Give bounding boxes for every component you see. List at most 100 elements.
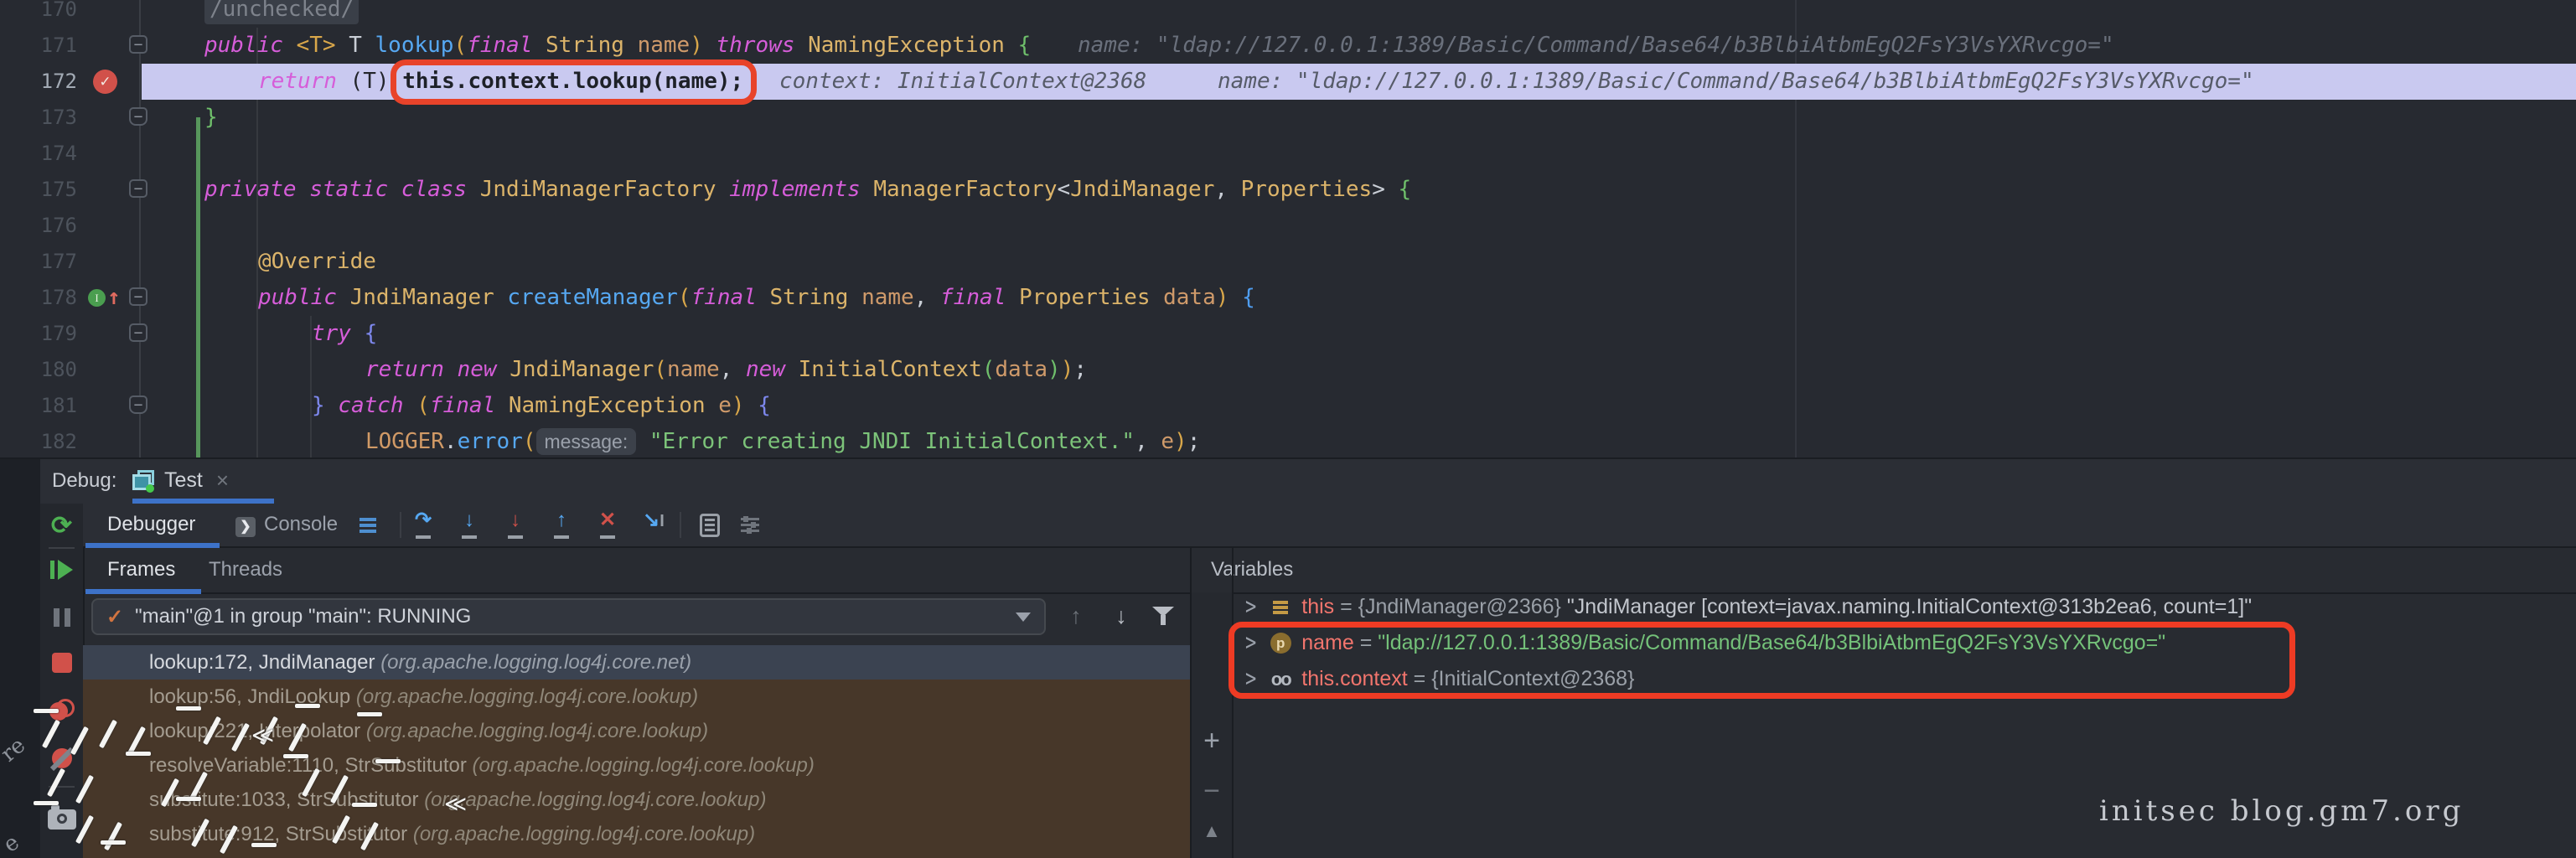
code-line[interactable]: 170/unchecked/	[0, 0, 2576, 28]
stack-frame-row[interactable]: lookup:56, JndiLookup (org.apache.loggin…	[83, 680, 1190, 714]
variable-row[interactable]: >pname = "ldap://127.0.0.1:1389/Basic/Co…	[1234, 625, 2576, 661]
line-number[interactable]: 176	[0, 208, 77, 244]
stop-icon	[52, 653, 72, 673]
chevron-right-icon[interactable]: >	[1245, 629, 1256, 657]
stack-frame-row[interactable]: resolveVariable:1110, StrSubstitutor (or…	[83, 748, 1190, 783]
pause-icon	[51, 608, 73, 631]
force-step-into-button[interactable]: ↓	[497, 504, 534, 546]
show-execution-point-icon[interactable]	[349, 504, 386, 546]
ide-window: 170/unchecked/171−public <T> T lookup(fi…	[0, 0, 2576, 858]
fold-marker-icon[interactable]: −	[129, 35, 147, 54]
debugger-toolbar: Debugger ❯Console ↷ ↓ ↓ ↑ ✕ ↘I	[83, 504, 2576, 548]
code-line[interactable]: 178 I↑− public JndiManager createManager(f…	[0, 280, 2576, 316]
stack-frame-row[interactable]: lookup:172, JndiManager (org.apache.logg…	[83, 645, 1190, 680]
line-number[interactable]: 173	[0, 100, 77, 136]
step-into-button[interactable]: ↓	[451, 504, 488, 546]
variable-value: {InitialContext@2368}	[1431, 667, 1634, 691]
force-step-into-icon: ↓	[501, 511, 530, 540]
tab-test-session[interactable]: Test ×	[132, 459, 229, 502]
debug-label: Debug:	[52, 459, 116, 502]
code-text: try {	[312, 316, 377, 352]
tab-threads[interactable]: Threads	[209, 549, 282, 590]
line-number[interactable]: 171	[0, 28, 77, 64]
code-editor[interactable]: 170/unchecked/171−public <T> T lookup(fi…	[0, 0, 2576, 457]
stack-frame-row[interactable]: lookup:221, Interpolator (org.apache.log…	[83, 714, 1190, 748]
line-number[interactable]: 179	[0, 316, 77, 352]
remove-watch-button[interactable]: −	[1192, 775, 1232, 808]
fold-marker-icon[interactable]: −	[129, 287, 147, 306]
run-to-cursor-icon: ↘I	[639, 511, 668, 540]
next-frame-button[interactable]: ↓	[1103, 603, 1140, 629]
thread-status-text: "main"@1 in group "main": RUNNING	[135, 605, 1016, 628]
frame-package: (org.apache.logging.log4j.core.lookup)	[424, 788, 766, 811]
line-number[interactable]: 177	[0, 244, 77, 280]
code-line[interactable]: 179 − try {	[0, 316, 2576, 352]
stack-frame-row[interactable]: substitute:912, StrSubstitutor (org.apac…	[83, 817, 1190, 851]
code-text: public JndiManager createManager(final S…	[258, 280, 1255, 316]
tab-frames[interactable]: Frames	[107, 549, 175, 590]
code-line[interactable]: 176	[0, 208, 2576, 244]
equals-sign: =	[1408, 667, 1432, 691]
move-watch-up-button[interactable]: ▲	[1192, 820, 1232, 842]
chevron-right-icon[interactable]: >	[1245, 593, 1256, 621]
chevron-right-icon[interactable]: >	[1245, 665, 1256, 693]
line-number[interactable]: 175	[0, 172, 77, 208]
add-watch-button[interactable]: +	[1192, 725, 1232, 757]
drop-frame-button[interactable]: ✕	[589, 504, 626, 546]
object-bars-icon	[1268, 599, 1293, 616]
hide-frames-filter-button[interactable]	[1145, 605, 1182, 631]
resume-button[interactable]	[40, 560, 83, 580]
layout-settings-button[interactable]	[732, 504, 768, 546]
close-icon[interactable]: ×	[216, 468, 229, 494]
stop-button[interactable]	[40, 653, 83, 673]
variable-name: name	[1301, 631, 1354, 655]
line-number[interactable]: 181	[0, 388, 77, 424]
tab-console[interactable]: ❯Console	[235, 504, 338, 545]
line-number[interactable]: 178	[0, 280, 77, 316]
code-text: } catch (final NamingException e) {	[312, 388, 771, 424]
code-line[interactable]: 182LOGGER.error(message: "Error creating…	[0, 424, 2576, 457]
code-line[interactable]: 181 − } catch (final NamingException e) {	[0, 388, 2576, 424]
variables-title: Variables	[1211, 548, 1293, 591]
variable-row[interactable]: >this = {JndiManager@2366} "JndiManager …	[1234, 589, 2576, 625]
fold-marker-icon[interactable]: −	[129, 323, 147, 342]
variable-row[interactable]: >oothis.context = {InitialContext@2368}	[1234, 661, 2576, 697]
inline-debug-hint: name: "ldap://127.0.0.1:1389/Basic/Comma…	[1218, 64, 2254, 100]
implements-method-icon[interactable]: I	[88, 289, 106, 307]
line-number[interactable]: 182	[0, 424, 77, 457]
stack-frame-row[interactable]: substitute:1033, StrSubstitutor (org.apa…	[83, 783, 1190, 817]
step-out-button[interactable]: ↑	[543, 504, 580, 546]
code-line[interactable]: 177@Override	[0, 244, 2576, 280]
code-line[interactable]: 172 ✓ return (T) this.context.lookup(name)…	[0, 64, 2576, 100]
variable-value: "ldap://127.0.0.1:1389/Basic/Command/Bas…	[1378, 631, 2165, 655]
line-number[interactable]: 170	[0, 0, 77, 28]
line-number[interactable]: 180	[0, 352, 77, 388]
test-run-icon	[132, 470, 156, 492]
code-line[interactable]: 173−}	[0, 100, 2576, 136]
frames-tabs-row: Frames Threads	[83, 548, 1190, 594]
evaluate-expression-button[interactable]	[691, 504, 728, 546]
code-text: return (T) this.context.lookup(name);	[258, 64, 743, 100]
fold-marker-icon[interactable]: −	[129, 179, 147, 198]
line-number[interactable]: 172	[0, 64, 77, 100]
line-number[interactable]: 174	[0, 136, 77, 172]
previous-frame-button[interactable]: ↑	[1058, 603, 1094, 629]
tab-debugger[interactable]: Debugger	[107, 504, 195, 545]
step-over-button[interactable]: ↷	[405, 504, 442, 546]
code-line[interactable]: 180return new JndiManager(name, new Init…	[0, 352, 2576, 388]
code-line[interactable]: 174	[0, 136, 2576, 172]
thread-selector[interactable]: ✓ "main"@1 in group "main": RUNNING	[91, 598, 1046, 635]
window-edge-strip	[0, 459, 40, 858]
overrides-arrow-icon[interactable]: ↑	[107, 280, 121, 316]
thread-dump-button[interactable]	[40, 809, 83, 830]
code-line[interactable]: 175−private static class JndiManagerFact…	[0, 172, 2576, 208]
fold-marker-icon[interactable]: −	[129, 395, 147, 414]
stack-frame-row[interactable]: replace:467, StrSubstitutor (org.apache.…	[83, 851, 1190, 858]
fold-marker-icon[interactable]: −	[129, 107, 147, 126]
rerun-button[interactable]: ⟳	[40, 511, 83, 540]
run-to-cursor-button[interactable]: ↘I	[635, 504, 672, 546]
pause-button[interactable]	[40, 608, 83, 631]
filter-funnel-icon	[1152, 605, 1174, 627]
breakpoint-icon[interactable]: ✓	[93, 70, 117, 94]
code-line[interactable]: 171−public <T> T lookup(final String nam…	[0, 28, 2576, 64]
